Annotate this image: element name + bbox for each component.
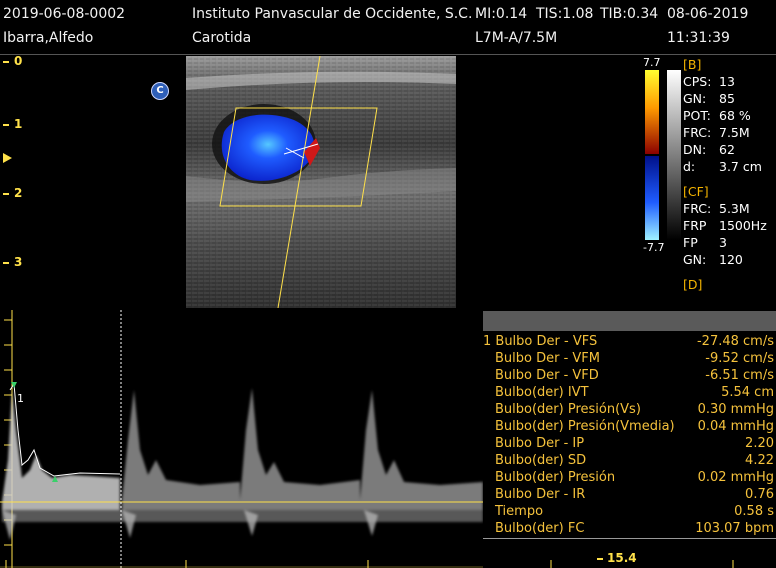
- measurement-row[interactable]: Bulbo Der - IP 2.20: [483, 435, 776, 452]
- measurement-row[interactable]: Bulbo(der) Presión 0.02 mmHg: [483, 469, 776, 486]
- cf-section-title: [CF]: [683, 184, 709, 199]
- param-row: FP 3: [683, 235, 727, 250]
- color-scale-min: -7.7: [643, 241, 665, 254]
- spectral-waveform: [2, 388, 483, 540]
- bmode-image: [186, 56, 456, 308]
- measurement-row[interactable]: Bulbo Der - VFM -9.52 cm/s: [483, 350, 776, 367]
- measurement-row[interactable]: Bulbo(der) SD 4.22: [483, 452, 776, 469]
- imaging-parameters: [B] CPS: 13 GN: 85 POT: 68 % FRC: 7.5M DN: 62…: [683, 56, 767, 293]
- depth-tick-2: 2: [3, 186, 22, 200]
- orientation-badge: C: [151, 82, 169, 100]
- color-scale-bar: [645, 70, 681, 240]
- mi-index: MI:0.14: [475, 6, 528, 22]
- param-row: FRC: 5.3M: [683, 201, 750, 216]
- measurement-row[interactable]: Bulbo(der) Presión(Vmedia) 0.04 mmHg: [483, 418, 776, 435]
- measurements-list: 1 Bulbo Der - VFS -27.48 cm/s Bulbo Der -…: [483, 333, 776, 537]
- focus-marker-icon: [3, 153, 12, 163]
- param-row: DN: 62: [683, 142, 735, 157]
- measurement-row[interactable]: Tiempo 0.58 s: [483, 503, 776, 520]
- depth-tick-3: 3: [3, 255, 22, 269]
- measurement-row[interactable]: Bulbo Der - VFD -6.51 cm/s: [483, 367, 776, 384]
- param-row: POT: 68 %: [683, 108, 751, 123]
- depth-tick-1: 1: [3, 117, 22, 131]
- study-id: 2019-06-08-0002: [3, 6, 126, 22]
- param-row: FRP 1500Hz: [683, 218, 767, 233]
- envelope-trace: [9, 382, 121, 477]
- measurement-row[interactable]: Bulbo Der - IR 0.76: [483, 486, 776, 503]
- institution-name: Instituto Panvascular de Occidente, S.C.: [192, 6, 473, 22]
- param-row: GN: 85: [683, 91, 735, 106]
- measurement-row[interactable]: Bulbo(der) IVT 5.54 cm: [483, 384, 776, 401]
- exam-time: 11:31:39: [667, 30, 730, 46]
- measurements-header-bar: [483, 311, 776, 331]
- b-mode-section-title: [B]: [683, 57, 702, 72]
- tis-index: TIS:1.08: [536, 6, 594, 22]
- param-row: d: 3.7 cm: [683, 159, 762, 174]
- tib-index: TIB:0.34: [600, 6, 659, 22]
- measurements-divider: [483, 538, 776, 539]
- color-scale-max: 7.7: [643, 56, 661, 69]
- param-row: FRC: 7.5M: [683, 125, 750, 140]
- param-row: CPS: 13: [683, 74, 735, 89]
- doppler-spectrum: 1: [0, 310, 483, 568]
- measurement-row[interactable]: 1 Bulbo Der - VFS -27.48 cm/s: [483, 333, 776, 350]
- patient-name: Ibarra,Alfedo: [3, 30, 94, 46]
- study-type: Carotida: [192, 30, 252, 46]
- time-scale-ticks-right: [550, 560, 734, 568]
- exam-date: 08-06-2019: [667, 6, 749, 22]
- measurement-row[interactable]: Bulbo(der) FC 103.07 bpm: [483, 520, 776, 537]
- header-divider: [0, 54, 776, 55]
- d-section-title: [D]: [683, 277, 703, 292]
- time-scale-ticks: [0, 560, 483, 568]
- measurement-row[interactable]: Bulbo(der) Presión(Vs) 0.30 mmHg: [483, 401, 776, 418]
- param-row: GN: 120: [683, 252, 743, 267]
- cursor-label: 1: [17, 392, 24, 405]
- probe-name: L7M-A/7.5M: [475, 30, 558, 46]
- depth-tick-0: 0: [3, 54, 22, 68]
